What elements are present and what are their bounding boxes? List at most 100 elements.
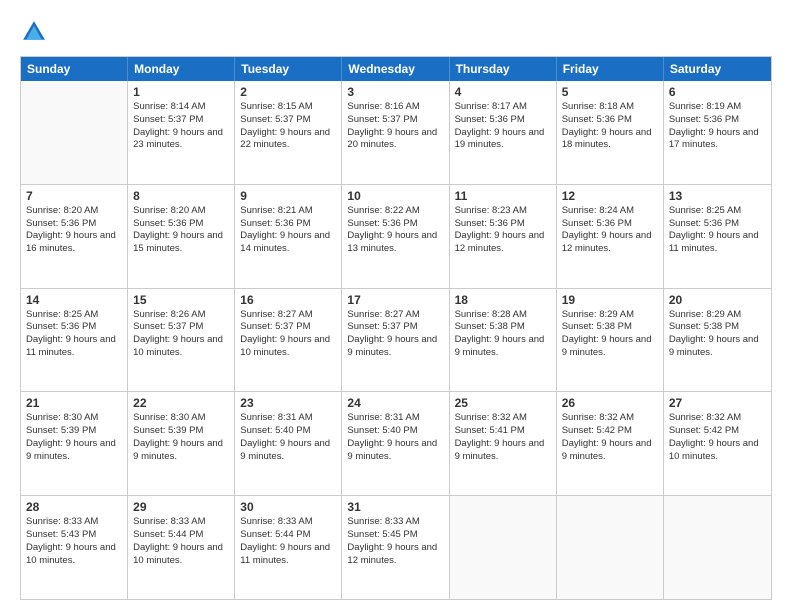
cell-details: Sunrise: 8:33 AMSunset: 5:44 PMDaylight:… [240,516,336,567]
calendar-cell: 29 Sunrise: 8:33 AMSunset: 5:44 PMDayligh… [128,496,235,599]
day-number: 1 [133,85,229,99]
day-number: 31 [347,500,443,514]
calendar-cell: 5 Sunrise: 8:18 AMSunset: 5:36 PMDaylight… [557,81,664,184]
calendar-cell: 11 Sunrise: 8:23 AMSunset: 5:36 PMDayligh… [450,185,557,288]
cell-details: Sunrise: 8:20 AMSunset: 5:36 PMDaylight:… [26,205,122,256]
cell-details: Sunrise: 8:20 AMSunset: 5:36 PMDaylight:… [133,205,229,256]
header [20,18,772,46]
calendar-cell: 1 Sunrise: 8:14 AMSunset: 5:37 PMDaylight… [128,81,235,184]
day-number: 26 [562,396,658,410]
calendar-row-2: 14 Sunrise: 8:25 AMSunset: 5:36 PMDayligh… [21,288,771,392]
calendar-row-0: 1 Sunrise: 8:14 AMSunset: 5:37 PMDaylight… [21,81,771,184]
calendar-cell: 23 Sunrise: 8:31 AMSunset: 5:40 PMDayligh… [235,392,342,495]
calendar-header: SundayMondayTuesdayWednesdayThursdayFrid… [21,57,771,81]
day-number: 16 [240,293,336,307]
day-number: 5 [562,85,658,99]
calendar-cell: 14 Sunrise: 8:25 AMSunset: 5:36 PMDayligh… [21,289,128,392]
day-number: 21 [26,396,122,410]
day-number: 2 [240,85,336,99]
day-number: 29 [133,500,229,514]
day-number: 11 [455,189,551,203]
calendar-cell: 10 Sunrise: 8:22 AMSunset: 5:36 PMDayligh… [342,185,449,288]
header-day-thursday: Thursday [450,57,557,81]
cell-details: Sunrise: 8:32 AMSunset: 5:42 PMDaylight:… [669,412,766,463]
cell-details: Sunrise: 8:15 AMSunset: 5:37 PMDaylight:… [240,101,336,152]
day-number: 10 [347,189,443,203]
calendar-cell: 7Sunrise: 8:20 AMSunset: 5:36 PMDaylight… [21,185,128,288]
cell-details: Sunrise: 8:33 AMSunset: 5:44 PMDaylight:… [133,516,229,567]
day-number: 8 [133,189,229,203]
cell-details: Sunrise: 8:25 AMSunset: 5:36 PMDaylight:… [669,205,766,256]
cell-details: Sunrise: 8:30 AMSunset: 5:39 PMDaylight:… [133,412,229,463]
cell-details: Sunrise: 8:31 AMSunset: 5:40 PMDaylight:… [347,412,443,463]
calendar-cell: 16 Sunrise: 8:27 AMSunset: 5:37 PMDayligh… [235,289,342,392]
cell-details: Sunrise: 8:27 AMSunset: 5:37 PMDaylight:… [240,309,336,360]
day-number: 28 [26,500,122,514]
calendar-cell: 21 Sunrise: 8:30 AMSunset: 5:39 PMDayligh… [21,392,128,495]
cell-details: Sunrise: 8:29 AMSunset: 5:38 PMDaylight:… [562,309,658,360]
cell-details: Sunrise: 8:31 AMSunset: 5:40 PMDaylight:… [240,412,336,463]
cell-details: Sunrise: 8:26 AMSunset: 5:37 PMDaylight:… [133,309,229,360]
cell-details: Sunrise: 8:32 AMSunset: 5:41 PMDaylight:… [455,412,551,463]
day-number: 20 [669,293,766,307]
cell-details: Sunrise: 8:29 AMSunset: 5:38 PMDaylight:… [669,309,766,360]
cell-details: Sunrise: 8:30 AMSunset: 5:39 PMDaylight:… [26,412,122,463]
day-number: 6 [669,85,766,99]
cell-details: Sunrise: 8:18 AMSunset: 5:36 PMDaylight:… [562,101,658,152]
calendar-cell: 19 Sunrise: 8:29 AMSunset: 5:38 PMDayligh… [557,289,664,392]
cell-details: Sunrise: 8:19 AMSunset: 5:36 PMDaylight:… [669,101,766,152]
calendar-cell: 31 Sunrise: 8:33 AMSunset: 5:45 PMDayligh… [342,496,449,599]
day-number: 27 [669,396,766,410]
header-day-sunday: Sunday [21,57,128,81]
calendar-cell [557,496,664,599]
day-number: 30 [240,500,336,514]
calendar-row-1: 7Sunrise: 8:20 AMSunset: 5:36 PMDaylight… [21,184,771,288]
cell-details: Sunrise: 8:22 AMSunset: 5:36 PMDaylight:… [347,205,443,256]
cell-details: Sunrise: 8:24 AMSunset: 5:36 PMDaylight:… [562,205,658,256]
calendar-cell: 3 Sunrise: 8:16 AMSunset: 5:37 PMDaylight… [342,81,449,184]
cell-details: Sunrise: 8:33 AMSunset: 5:45 PMDaylight:… [347,516,443,567]
calendar-cell: 28Sunrise: 8:33 AMSunset: 5:43 PMDayligh… [21,496,128,599]
day-number: 14 [26,293,122,307]
day-number: 19 [562,293,658,307]
calendar-cell: 24 Sunrise: 8:31 AMSunset: 5:40 PMDayligh… [342,392,449,495]
calendar-body: 1 Sunrise: 8:14 AMSunset: 5:37 PMDaylight… [21,81,771,599]
header-day-friday: Friday [557,57,664,81]
day-number: 15 [133,293,229,307]
calendar-cell: 26Sunrise: 8:32 AMSunset: 5:42 PMDayligh… [557,392,664,495]
day-number: 12 [562,189,658,203]
calendar-cell: 12 Sunrise: 8:24 AMSunset: 5:36 PMDayligh… [557,185,664,288]
cell-details: Sunrise: 8:14 AMSunset: 5:37 PMDaylight:… [133,101,229,152]
day-number: 13 [669,189,766,203]
calendar-cell: 20 Sunrise: 8:29 AMSunset: 5:38 PMDayligh… [664,289,771,392]
calendar-cell: 17Sunrise: 8:27 AMSunset: 5:37 PMDayligh… [342,289,449,392]
day-number: 4 [455,85,551,99]
cell-details: Sunrise: 8:21 AMSunset: 5:36 PMDaylight:… [240,205,336,256]
calendar-cell: 25 Sunrise: 8:32 AMSunset: 5:41 PMDayligh… [450,392,557,495]
logo [20,18,52,46]
calendar-cell: 15 Sunrise: 8:26 AMSunset: 5:37 PMDayligh… [128,289,235,392]
page: SundayMondayTuesdayWednesdayThursdayFrid… [0,0,792,612]
cell-details: Sunrise: 8:16 AMSunset: 5:37 PMDaylight:… [347,101,443,152]
header-day-wednesday: Wednesday [342,57,449,81]
day-number: 9 [240,189,336,203]
cell-details: Sunrise: 8:17 AMSunset: 5:36 PMDaylight:… [455,101,551,152]
calendar-cell: 8 Sunrise: 8:20 AMSunset: 5:36 PMDaylight… [128,185,235,288]
cell-details: Sunrise: 8:25 AMSunset: 5:36 PMDaylight:… [26,309,122,360]
calendar-cell: 18Sunrise: 8:28 AMSunset: 5:38 PMDayligh… [450,289,557,392]
calendar-cell [664,496,771,599]
calendar-cell: 27 Sunrise: 8:32 AMSunset: 5:42 PMDayligh… [664,392,771,495]
day-number: 3 [347,85,443,99]
calendar-cell: 9 Sunrise: 8:21 AMSunset: 5:36 PMDaylight… [235,185,342,288]
day-number: 18 [455,293,551,307]
cell-details: Sunrise: 8:23 AMSunset: 5:36 PMDaylight:… [455,205,551,256]
calendar-row-4: 28Sunrise: 8:33 AMSunset: 5:43 PMDayligh… [21,495,771,599]
calendar-cell: 13 Sunrise: 8:25 AMSunset: 5:36 PMDayligh… [664,185,771,288]
header-day-saturday: Saturday [664,57,771,81]
day-number: 25 [455,396,551,410]
day-number: 17 [347,293,443,307]
day-number: 23 [240,396,336,410]
logo-icon [20,18,48,46]
day-number: 24 [347,396,443,410]
calendar-cell: 4 Sunrise: 8:17 AMSunset: 5:36 PMDaylight… [450,81,557,184]
